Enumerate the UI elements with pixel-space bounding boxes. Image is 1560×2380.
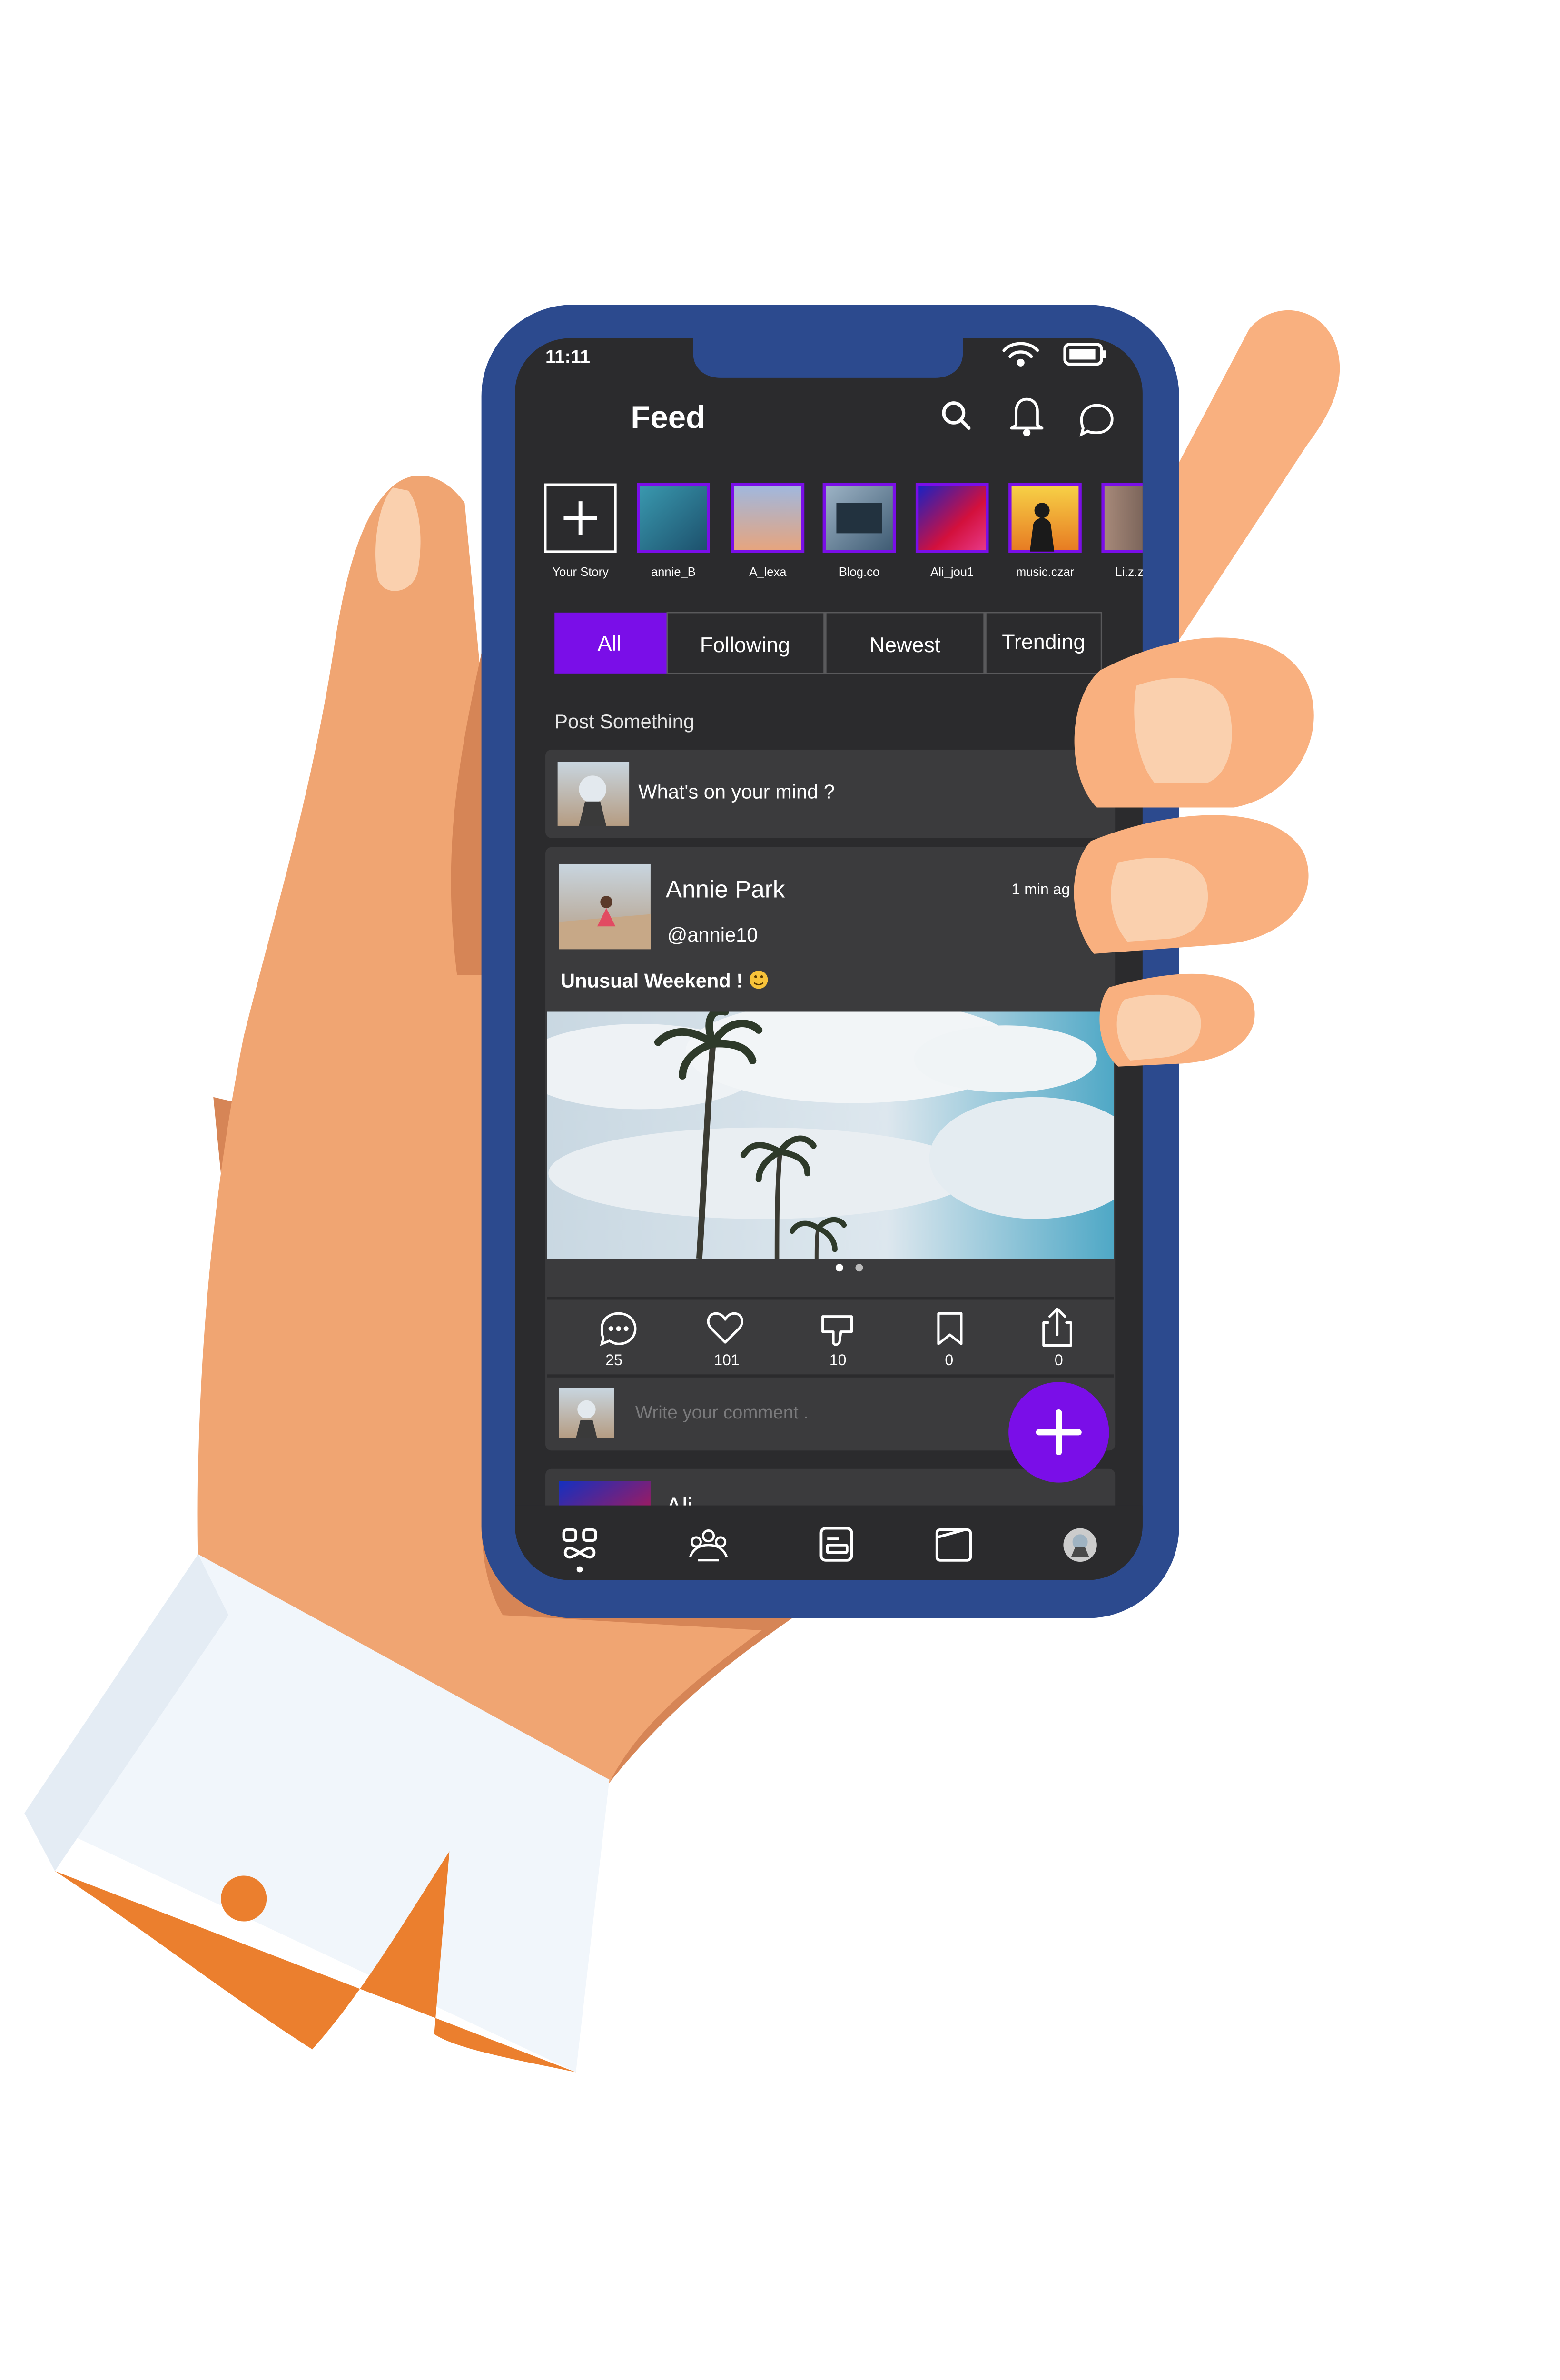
dislike-count: 10 — [829, 1351, 847, 1368]
phone-notch — [693, 338, 963, 378]
section-label: Post Something — [554, 710, 694, 733]
tab-all[interactable]: All — [554, 612, 668, 674]
comment-input[interactable]: Write your comment . — [635, 1402, 809, 1423]
active-nav-indicator — [576, 1566, 583, 1573]
tab-label: All — [598, 632, 622, 655]
profile-avatar[interactable] — [1063, 1528, 1097, 1562]
story-label: music.czar — [1016, 565, 1075, 579]
tab-newest[interactable]: Newest — [825, 612, 985, 674]
post-time: 1 min ag — [1012, 881, 1070, 898]
avatar — [557, 762, 630, 826]
hand-holding-phone-illustration: 11:11 Feed Your Story annie_B A_lexa Blo… — [24, 305, 1340, 2073]
tab-trending[interactable]: Trending — [985, 612, 1103, 674]
tab-label: Newest — [869, 633, 941, 657]
post-card: Annie Park @annie10 1 min ag Unusual Wee… — [518, 847, 1142, 1451]
tab-label: Following — [700, 633, 790, 657]
page-title: Feed — [631, 399, 705, 435]
add-post-button[interactable] — [1008, 1382, 1109, 1483]
post-image[interactable] — [518, 1000, 1142, 1259]
carousel-dot[interactable] — [855, 1264, 863, 1272]
filter-tabs: All Following Newest Trending — [554, 612, 1103, 674]
story-label: Ali_jou1 — [930, 565, 974, 579]
bottom-nav — [515, 1505, 1143, 1580]
story-label: annie_B — [651, 565, 696, 579]
tab-label: Trending — [1002, 630, 1085, 654]
cufflink-button — [221, 1875, 267, 1922]
story-label: Li.z.z — [1115, 565, 1144, 579]
tab-following[interactable]: Following — [666, 612, 825, 674]
comment-count: 25 — [605, 1351, 622, 1368]
emoji-icon — [749, 971, 768, 989]
carousel-dot-active[interactable] — [835, 1264, 843, 1272]
composer-placeholder: What's on your mind ? — [638, 780, 835, 803]
post-author[interactable]: Annie Park — [666, 875, 785, 902]
like-count: 101 — [714, 1351, 739, 1368]
avatar — [559, 1388, 614, 1438]
fingers-front — [1074, 637, 1314, 1067]
story-label: Blog.co — [839, 565, 879, 579]
post-handle: @annie10 — [667, 923, 758, 946]
bookmark-count: 0 — [945, 1351, 953, 1368]
share-count: 0 — [1055, 1351, 1063, 1368]
composer-card[interactable]: What's on your mind ? — [545, 749, 1116, 838]
post-caption: Unusual Weekend ! — [561, 969, 743, 992]
status-time: 11:11 — [545, 347, 590, 367]
story-label: Your Story — [552, 565, 609, 579]
story-label: A_lexa — [749, 565, 787, 579]
author-avatar[interactable] — [559, 863, 651, 950]
